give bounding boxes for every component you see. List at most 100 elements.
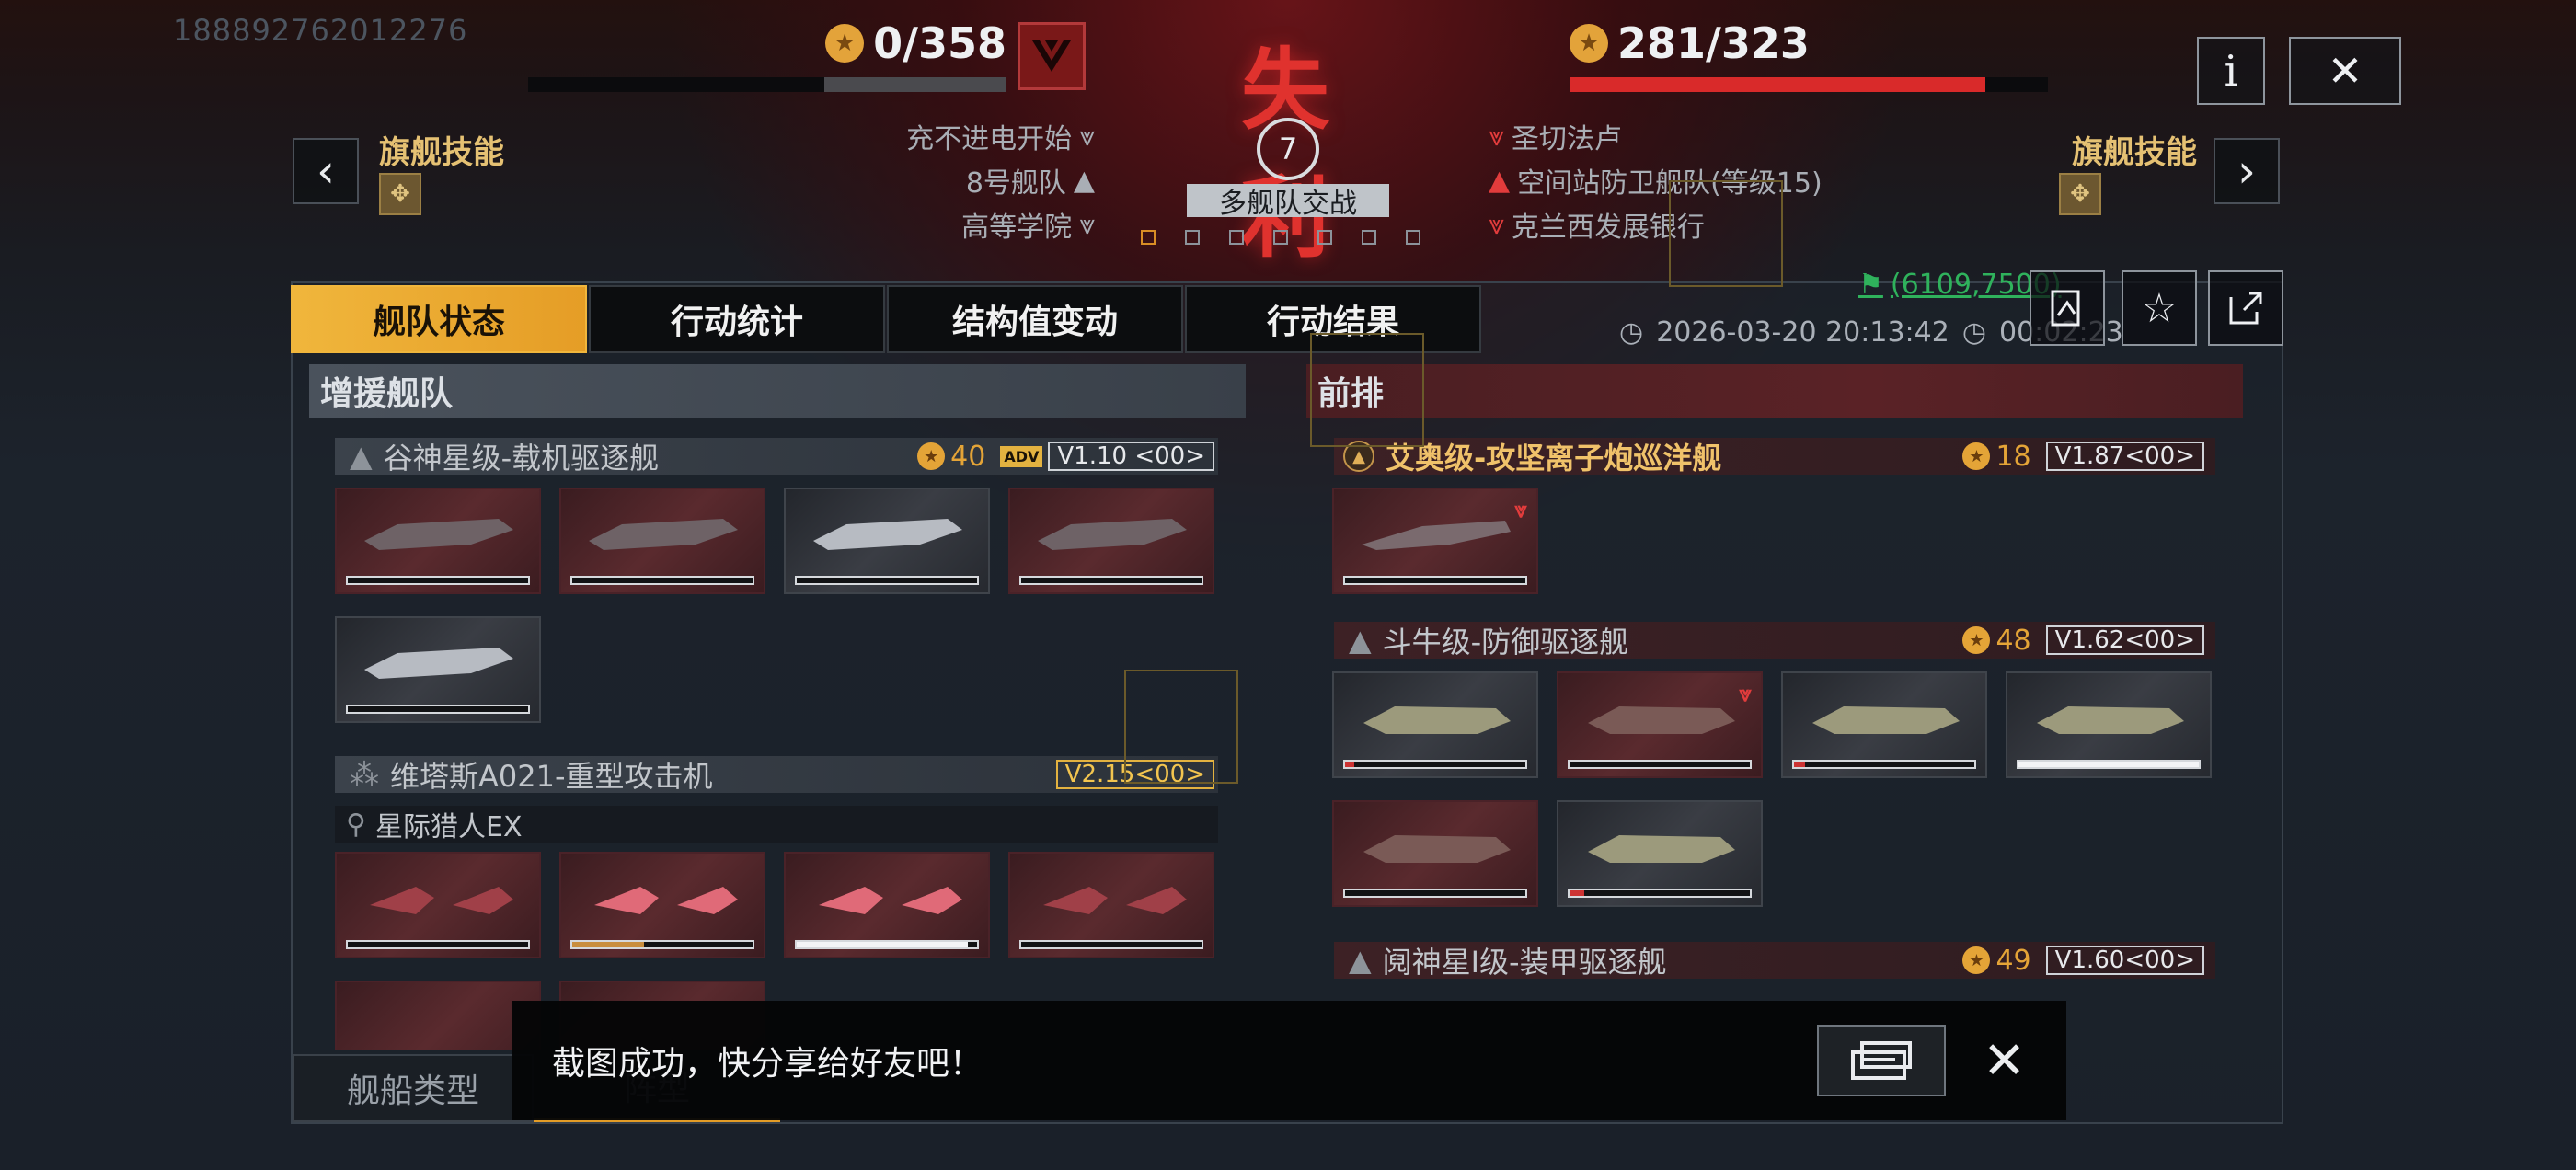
double-chevron-icon: ⩔ [1079,208,1095,241]
ship-card[interactable] [559,488,765,594]
tab-bar: 舰队状态 行动统计 结构值变动 行动结果 [291,285,1481,353]
damage-icon: ⩔ [1514,497,1527,522]
cost-coin-icon: ★ [1962,946,1991,974]
chevron-up-icon: ▲ [1073,164,1095,197]
page-dots [1141,230,1420,245]
tab-structure-change[interactable]: 结构值变动 [887,285,1183,353]
faction-emblem-icon [1018,22,1086,90]
cost-coin-icon: ★ [917,442,946,470]
ship-class-icon: ▲ [1349,623,1372,658]
page-dot[interactable] [1229,230,1244,245]
tab-fleet-status[interactable]: 舰队状态 [291,285,587,353]
cost-coin-icon: ★ [1962,626,1991,654]
objective-item: 高等学院 ⩔ [961,208,1095,245]
score-coin-icon: ★ [1570,24,1608,63]
highlight-marker [1124,670,1238,784]
chevron-down-icon: ⩔ [1489,120,1504,153]
ship-card[interactable]: ⩔ [1557,671,1763,778]
fleet-ship-grid: ⩔ [1332,488,1538,594]
right-progress-bar [1570,77,2048,92]
user-id-watermark: 188892762012276 [173,13,468,48]
info-button[interactable]: i [2197,37,2265,105]
page-dot[interactable] [1317,230,1332,245]
ship-card[interactable] [335,616,541,723]
battle-report-screen: 188892762012276 ★ 0/358 失利 ★ 281/323 i ✕… [0,0,2576,1170]
ship-card[interactable] [1332,671,1538,778]
cost-coin-icon: ★ [1962,442,1991,470]
chevron-down-icon: ⩔ [1079,120,1095,153]
flag-icon: ⚑ [1858,269,1883,301]
battle-type-label: 多舰队交战 [1187,184,1389,220]
fleet-header[interactable]: ▲ 艾奥级-攻坚离子炮巡洋舰 ★ 18 V1.87<00> [1334,438,2215,476]
ship-card[interactable] [784,852,990,958]
round-badge: 7 [1257,118,1319,180]
left-section-title: 增援舰队 [309,364,1246,418]
page-dot[interactable] [1406,230,1420,245]
ship-card[interactable] [335,981,541,1050]
report-button[interactable] [2030,270,2105,346]
prev-arrow-button[interactable]: ‹ [293,138,359,204]
toast-message: 截图成功，快分享给好友吧！ [552,1045,983,1083]
share-screenshot-button[interactable] [1817,1025,1947,1096]
share-export-icon[interactable] [2208,270,2283,346]
left-score: 0/358 [873,18,1006,68]
ship-class-icon: ▲ [350,439,373,474]
aircraft-class-icon: ⁂ [350,757,379,792]
chevron-up-icon: ▲ [1489,164,1511,197]
ship-card[interactable] [335,852,541,958]
damage-icon: ⩔ [1739,681,1752,706]
fleet-ship-grid [335,488,1255,723]
fleet-header[interactable]: ▲ 斗牛级-防御驱逐舰 ★ 48 V1.62<00> [1334,622,2215,660]
ship-card[interactable]: ⩔ [1332,488,1538,594]
tab-ship-type[interactable]: 舰船类型 [293,1054,534,1122]
ship-card[interactable] [1332,800,1538,907]
tab-action-stats[interactable]: 行动统计 [589,285,885,353]
right-section-title: 前排 [1306,364,2243,418]
close-button[interactable]: ✕ [2289,37,2401,105]
fleet-header[interactable]: ▲ 阋神星I级-装甲驱逐舰 ★ 49 V1.60<00> [1334,942,2215,980]
ship-card[interactable] [784,488,990,594]
fleet-version: V1.10 <00> [1048,442,1214,471]
fleet-ship-grid: ⩔ [1332,671,2234,907]
flagship-skill-icon[interactable]: ✥ [2059,173,2101,215]
clock-icon: ◷ [1619,316,1644,349]
ship-card[interactable] [1781,671,1987,778]
fleet-subheader: ⚲ 星际猎人EX [335,806,1218,843]
flagship-skill-icon[interactable]: ✥ [379,173,421,215]
screenshot-toast: 截图成功，快分享给好友吧！ ✕ [512,1001,2066,1120]
ship-card[interactable] [335,488,541,594]
favorite-star-icon[interactable]: ☆ [2122,270,2197,346]
score-coin-icon: ★ [825,24,865,63]
fleet-version: V1.87<00> [2045,442,2204,471]
objective-item: ⩔ 圣切法卢 [1489,120,1622,156]
adv-badge: ADV [1000,445,1043,467]
ship-class-icon: ▲ [1349,943,1372,978]
fleet-version: V1.60<00> [2045,946,2204,975]
left-score-block: ★ 0/358 [528,18,1006,92]
battle-datetime: 2026-03-20 20:13:42 [1656,316,1949,349]
page-dot[interactable] [1273,230,1288,245]
left-progress-bar [528,77,1006,92]
page-dot[interactable] [1185,230,1200,245]
page-dot[interactable] [1362,230,1376,245]
ship-card[interactable] [1557,800,1763,907]
ship-card[interactable] [2006,671,2212,778]
ship-card[interactable] [559,852,765,958]
timer-icon: ◷ [1961,316,1986,349]
objective-item: 充不进电开始 ⩔ [906,120,1095,156]
right-score: 281/323 [1617,18,1810,68]
left-flagship-skill-label: 旗舰技能 [379,134,504,171]
ship-card[interactable] [1008,852,1214,958]
fleet-header[interactable]: ⁂ 维塔斯A021-重型攻击机 V2.15<00> [335,756,1218,794]
ship-card[interactable] [1008,488,1214,594]
left-objectives: 充不进电开始 ⩔ 8号舰队 ▲ 高等学院 ⩔ [828,116,1095,245]
toast-close-icon[interactable]: ✕ [1983,1031,2026,1091]
double-chevron-icon: ⩔ [1489,208,1504,241]
carrier-icon: ⚲ [346,808,366,841]
next-arrow-button[interactable]: › [2214,138,2280,204]
page-dot[interactable] [1141,230,1156,245]
fleet-header[interactable]: ▲ 谷神星级-载机驱逐舰 ★ 40 ADV V1.10 <00> [335,438,1218,476]
objective-item: 8号舰队 ▲ [965,164,1095,201]
right-score-block: ★ 281/323 [1570,18,2048,92]
highlight-marker [1310,333,1424,447]
